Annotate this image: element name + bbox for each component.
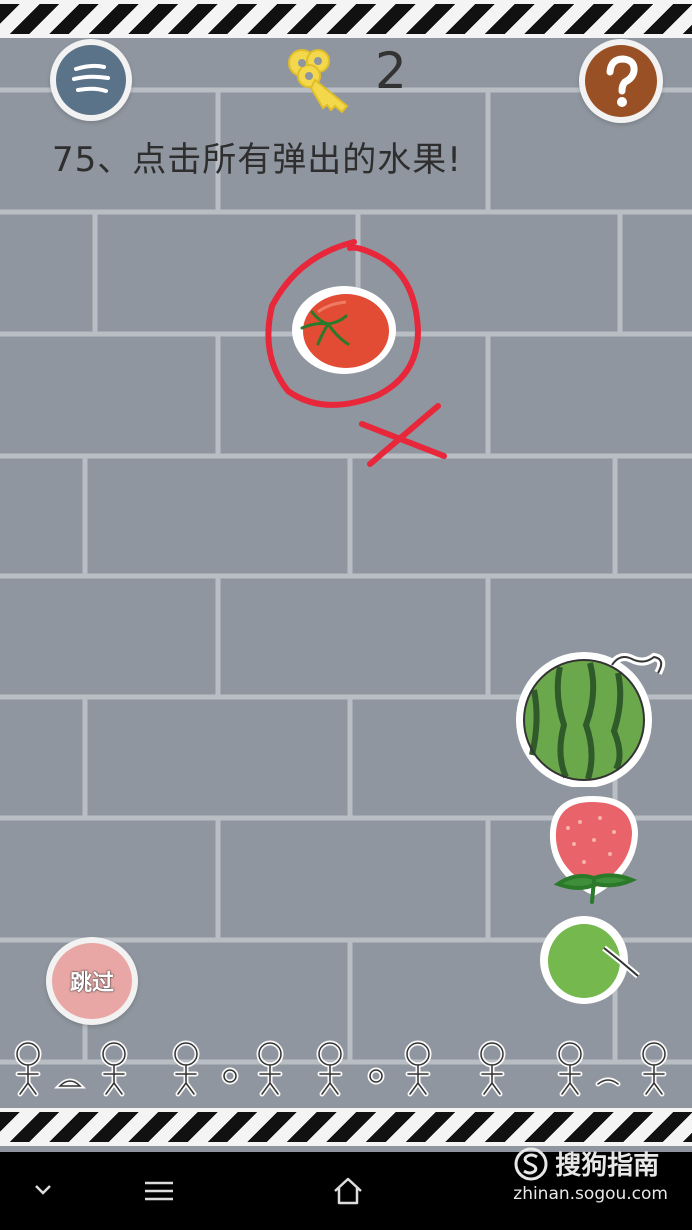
home-icon[interactable] <box>332 1176 364 1206</box>
green-plum-fruit[interactable] <box>538 912 650 1007</box>
watermark-name: 搜狗指南 <box>555 1151 660 1181</box>
stick-figure-crowd <box>14 1040 668 1097</box>
key-count: 2 <box>375 42 407 100</box>
red-annotation-mark <box>265 239 447 467</box>
chevron-down-icon[interactable] <box>34 1184 52 1196</box>
game-screen: 2 75、点击所有弹出的水果! 跳过 <box>0 0 692 1152</box>
bottom-hazard-stripe <box>0 1108 692 1146</box>
watermark-url: zhinan.sogou.com <box>513 1184 668 1204</box>
skip-button[interactable]: 跳过 <box>52 943 132 1019</box>
sogou-logo-icon <box>514 1147 548 1180</box>
menu-lines-icon[interactable] <box>143 1180 175 1202</box>
menu-button[interactable] <box>56 45 126 115</box>
question-icon <box>606 55 638 107</box>
watermelon-fruit[interactable] <box>508 645 673 787</box>
sogou-watermark: 搜狗指南 zhinan.sogou.com <box>513 1145 668 1204</box>
level-instruction: 75、点击所有弹出的水果! <box>52 140 462 180</box>
help-button[interactable] <box>585 45 657 117</box>
key-icon <box>288 49 349 114</box>
top-hazard-stripe <box>0 0 692 38</box>
menu-icon <box>72 63 110 93</box>
strawberry-fruit[interactable] <box>540 792 646 908</box>
